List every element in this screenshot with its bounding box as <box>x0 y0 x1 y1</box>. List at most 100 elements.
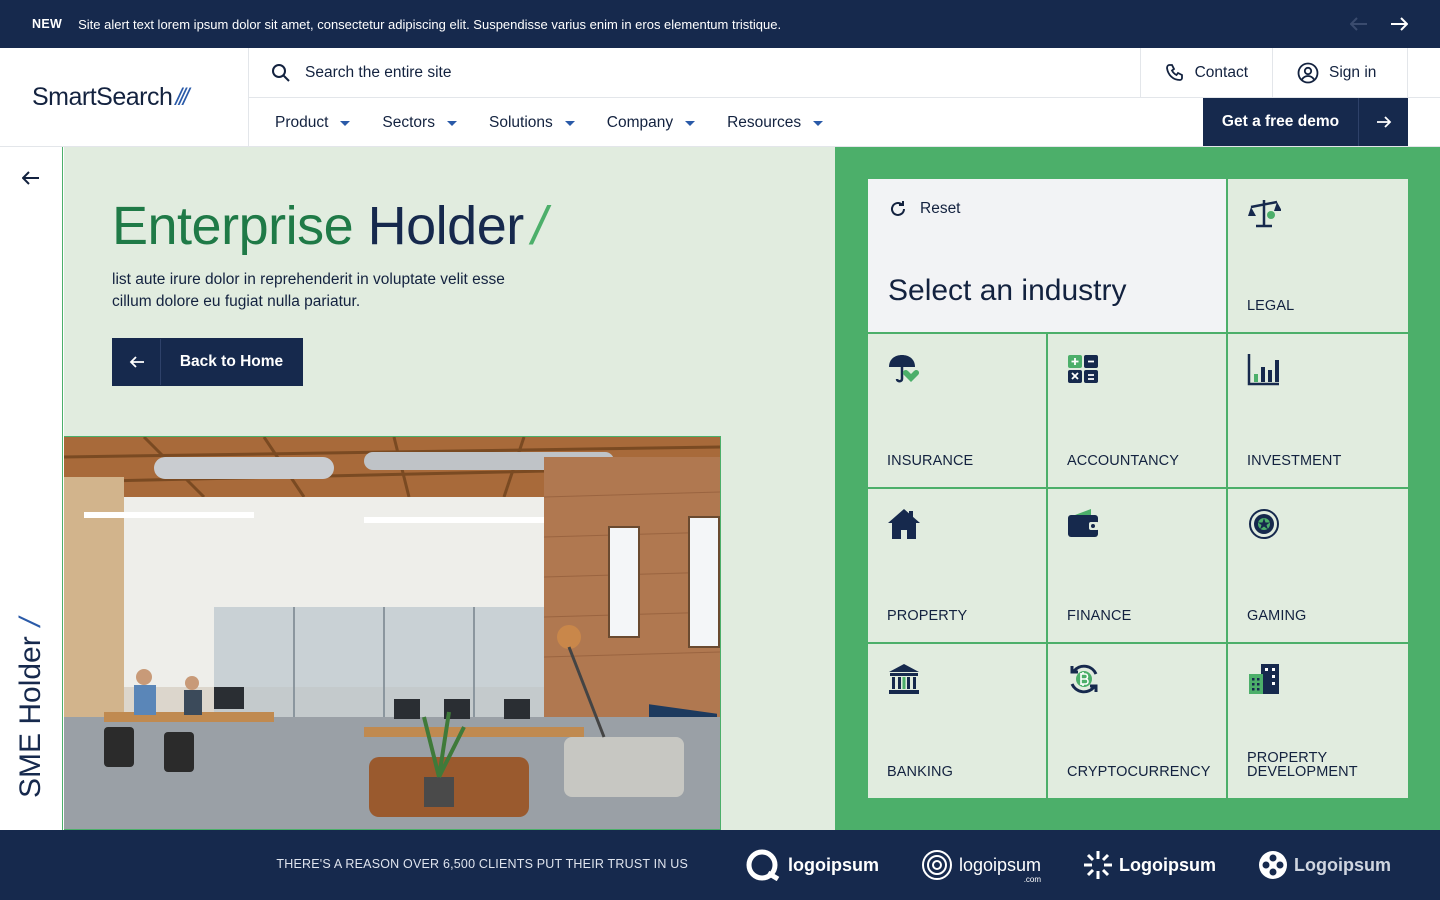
client-logo-3: Logoipsum <box>1083 850 1216 880</box>
vertical-title-text: SME Holder <box>14 636 47 798</box>
alert-message: Site alert text lorem ipsum dolor sit am… <box>78 16 782 32</box>
brand-spiral-icon <box>922 850 952 880</box>
client-logo-1: logoipsum <box>746 849 879 881</box>
trust-text: THERE'S A REASON OVER 6,500 CLIENTS PUT … <box>276 857 688 871</box>
industry-finance[interactable]: FINANCE <box>1048 489 1226 642</box>
caret-down-icon <box>813 121 824 126</box>
main-nav: Product Sectors Solutions Company Resour… <box>249 98 1440 147</box>
industry-label: PROPERTY <box>887 608 968 624</box>
industry-label: LEGAL <box>1247 298 1295 314</box>
alert-tag: NEW <box>32 17 63 31</box>
logo-mark: /// <box>175 83 189 111</box>
site-alert-bar: NEW Site alert text lorem ipsum dolor si… <box>0 0 1440 48</box>
logo[interactable]: SmartSearch /// <box>0 48 249 147</box>
industry-grid: Reset Select an industry LEGAL INSURANCE <box>868 179 1408 798</box>
industry-header-cell: Reset Select an industry <box>868 179 1226 332</box>
client-logos: logoipsum logoipsum .com Logoipsum Logoip… <box>720 830 1440 900</box>
rail-back-button[interactable] <box>21 171 40 190</box>
arrow-left-icon <box>113 339 161 385</box>
free-demo-label: Get a free demo <box>1221 113 1340 130</box>
caret-down-icon <box>446 121 457 126</box>
industry-investment[interactable]: INVESTMENT <box>1228 334 1408 487</box>
client-logo-4-text: Logoipsum <box>1294 854 1392 875</box>
poker-chip-icon <box>1249 509 1279 539</box>
reset-button[interactable]: Reset <box>888 199 961 219</box>
wallet-icon <box>1068 509 1099 537</box>
free-demo-button[interactable]: Get a free demo <box>1203 98 1408 146</box>
brand-dots-icon <box>1259 851 1288 879</box>
industry-label: FINANCE <box>1067 608 1132 624</box>
industry-legal[interactable]: LEGAL <box>1228 179 1408 332</box>
bar-chart-icon <box>1247 354 1279 386</box>
contact-label: Contact <box>1194 63 1248 81</box>
industry-label: BANKING <box>887 764 953 780</box>
signin-label: Sign in <box>1329 63 1377 81</box>
calculator-icon <box>1068 355 1098 383</box>
industry-accountancy[interactable]: ACCOUNTANCY <box>1048 334 1226 487</box>
brand-burst-icon <box>1084 851 1113 879</box>
client-logo-2-text: logoipsum .com <box>959 854 1042 884</box>
nav-resources[interactable]: Resources <box>727 113 824 132</box>
hero-section: Enterprise Holder / list aute irure dolor… <box>64 147 835 830</box>
left-rail: SME Holder / <box>0 147 63 830</box>
alert-prev-button[interactable] <box>1350 17 1368 31</box>
scales-icon <box>1248 200 1281 228</box>
industry-property-development[interactable]: PROPERTY DEVELOPMENT <box>1228 644 1408 798</box>
hero-description: list aute irure dolor in reprehenderit i… <box>112 271 505 310</box>
industry-label: ACCOUNTANCY <box>1067 453 1180 469</box>
title-part1: Enterprise <box>112 196 354 256</box>
search-icon <box>272 63 290 82</box>
industry-label: GAMING <box>1247 608 1307 624</box>
vertical-section-title: SME Holder / <box>14 598 50 798</box>
brand-ring-icon <box>746 849 780 881</box>
industry-gaming[interactable]: GAMING <box>1228 489 1408 642</box>
client-logo-3-text: Logoipsum <box>1119 854 1217 875</box>
user-circle-icon <box>1297 62 1319 83</box>
arrow-left-icon <box>21 171 39 185</box>
logo-text: SmartSearch <box>32 83 173 111</box>
industry-banking[interactable]: BANKING <box>868 644 1046 798</box>
title-part2: Holder <box>367 196 525 256</box>
search-input[interactable] <box>305 63 905 82</box>
nav-resources-label: Resources <box>727 113 802 131</box>
nav-company-label: Company <box>606 113 674 131</box>
back-to-home-label: Back to Home <box>179 353 284 370</box>
caret-down-icon <box>564 121 575 126</box>
arrow-right-icon <box>1358 98 1408 146</box>
alert-pager <box>1350 17 1408 31</box>
industry-property[interactable]: PROPERTY <box>868 489 1046 642</box>
arrow-right-icon <box>1391 17 1408 31</box>
house-icon <box>888 509 920 539</box>
client-logo-4: Logoipsum <box>1258 850 1391 880</box>
back-to-home-button[interactable]: Back to Home <box>112 338 303 386</box>
buildings-icon <box>1249 664 1279 694</box>
nav-sectors[interactable]: Sectors <box>382 114 457 132</box>
contact-link[interactable]: Contact <box>1139 48 1272 97</box>
arrow-left-icon <box>1350 17 1367 31</box>
industry-title: Select an industry <box>888 274 1127 307</box>
industry-label: INVESTMENT <box>1247 453 1342 469</box>
industry-label: INSURANCE <box>887 453 974 469</box>
industry-label: CRYPTOCURRENCY <box>1067 764 1211 780</box>
client-logo-1-text: logoipsum <box>788 854 879 875</box>
industry-insurance[interactable]: INSURANCE <box>868 334 1046 487</box>
nav-solutions[interactable]: Solutions <box>489 114 575 132</box>
nav-sectors-label: Sectors <box>382 113 435 131</box>
page-title: Enterprise Holder / <box>112 195 547 257</box>
caret-down-icon <box>340 121 351 126</box>
industry-panel: Reset Select an industry LEGAL INSURANCE <box>835 147 1440 830</box>
industry-label: PROPERTY DEVELOPMENT <box>1247 750 1358 780</box>
client-logo-2-name: logoipsum <box>959 854 1042 875</box>
caret-down-icon <box>685 121 696 126</box>
phone-icon <box>1165 63 1183 81</box>
industry-cryptocurrency[interactable]: CRYPTOCURRENCY <box>1048 644 1226 798</box>
client-logo-2-sub: .com <box>1023 874 1042 884</box>
search-bar <box>249 48 1140 97</box>
signin-link[interactable]: Sign in <box>1272 48 1408 97</box>
alert-next-button[interactable] <box>1390 17 1408 31</box>
nav-company[interactable]: Company <box>606 113 696 132</box>
nav-product-label: Product <box>275 113 329 131</box>
umbrella-heart-icon <box>889 355 920 383</box>
nav-product[interactable]: Product <box>275 113 351 132</box>
client-logo-2: logoipsum .com <box>921 849 1042 884</box>
